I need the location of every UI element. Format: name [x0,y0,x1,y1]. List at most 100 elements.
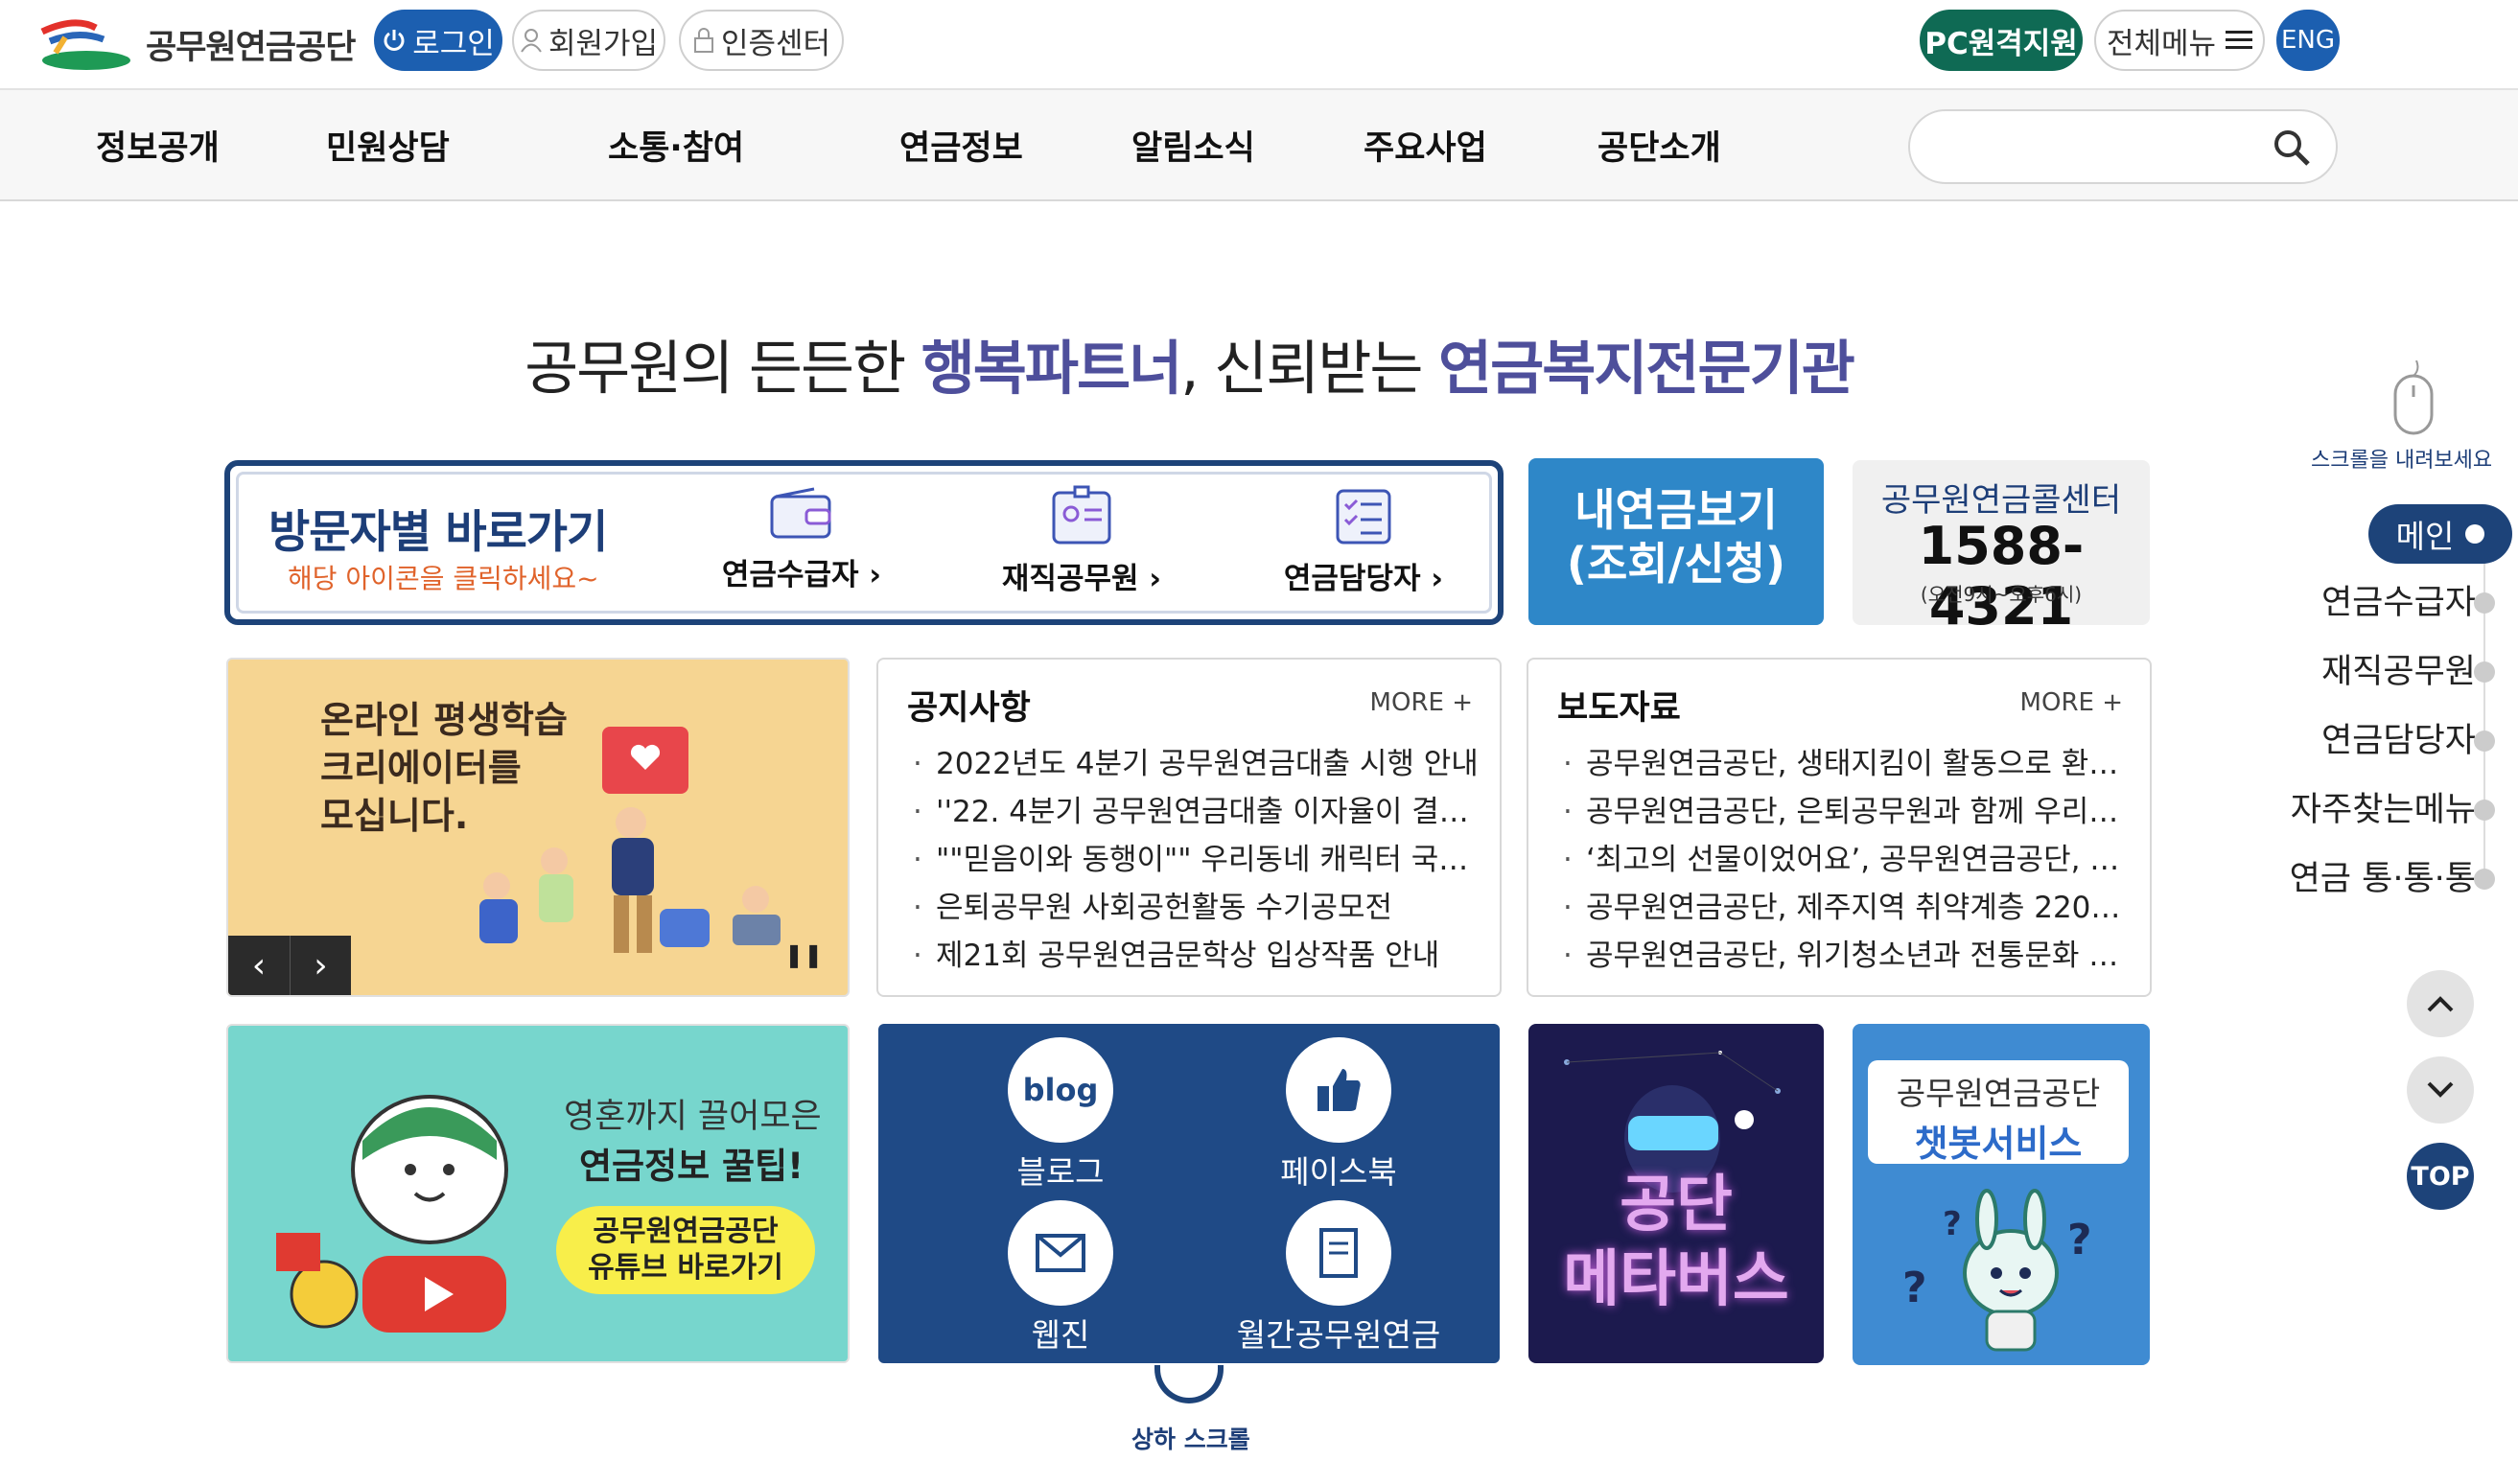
prev-slide-icon[interactable]: ‹ [228,936,290,995]
list-item[interactable]: ‘최고의 선물이었어요’, 공무원연금공단, 나눔 실천 [1563,836,2131,884]
side-rail-line [2483,537,2485,884]
side-nav-dot-icon [2474,592,2495,614]
slogan-part2: , 신뢰받는 [1180,335,1438,403]
slide-controls: ‹ › [228,936,351,995]
youtube-line1: 영혼까지 끌어모은 [564,1098,822,1136]
slogan: 공무원의 든든한 행복파트너, 신뢰받는 연금복지전문기관 [0,320,2378,406]
notice-title: 공지사항 [907,689,1031,728]
blog-icon: blog [1008,1037,1113,1143]
all-menu-button[interactable]: 전체메뉴 [2094,10,2265,71]
english-button[interactable]: ENG [2276,10,2340,71]
search-input[interactable] [1908,109,2338,184]
side-nav-manager[interactable]: 연금담당자 [2321,713,2476,762]
nav-item-pension-info[interactable]: 연금정보 [899,121,1023,170]
nav-item-business[interactable]: 주요사업 [1364,121,1487,170]
side-nav-main-label: 메인 [2395,518,2455,555]
cert-label: 인증센터 [720,26,831,61]
chevron-up-icon [2427,996,2454,1012]
login-button[interactable]: 로그인 [374,10,502,71]
slogan-highlight2: 연금복지전문기관 [1437,335,1855,403]
press-title: 보도자료 [1557,689,1681,728]
youtube-button-label: 공무원연금공단 유튜브 바로가기 [588,1215,783,1285]
active-dot-icon [2465,524,2485,544]
nav-item-community[interactable]: 소통·참여 [608,121,744,170]
chevron-down-icon [2427,1081,2454,1098]
slogan-part1: 공무원의 든든한 [525,335,921,403]
book-icon [1286,1200,1391,1306]
thumbs-up-icon [1286,1037,1391,1143]
hamburger-icon [2226,29,2253,52]
list-item[interactable]: 2022년도 4분기 공무원연금대출 시행 안내 [913,740,1480,788]
call-center-number: 1588-4321 [1918,516,2085,637]
site-logo[interactable]: 공무원연금공단 [36,6,362,82]
notice-more-link[interactable]: MORE + [1370,688,1473,717]
top-button[interactable]: TOP [2407,1143,2474,1210]
id-card-icon [1048,485,1115,550]
youtube-go-button[interactable]: 공무원연금공단 유튜브 바로가기 [556,1206,815,1294]
press-more-link[interactable]: MORE + [2020,688,2123,717]
side-nav-dot-icon [2474,869,2495,890]
blog-link[interactable]: blog 블로그 [965,1037,1156,1193]
monthly-magazine-link[interactable]: 월간공무원연금 [1204,1200,1473,1356]
chatbot-line2: 챗봇서비스 [1914,1123,2083,1165]
nav-item-about[interactable]: 공단소개 [1597,121,1721,170]
next-slide-icon[interactable]: › [290,936,351,995]
metaverse-banner[interactable]: 공단 메타버스 [1528,1024,1824,1363]
banner-illustration [479,727,781,953]
call-center-title: 공무원연금콜센터 [1880,481,2122,520]
visitor-link-pensioner[interactable]: 연금수급자 › [706,485,898,593]
visitor-link-employee[interactable]: 재직공무원 › [986,485,1177,597]
all-menu-label: 전체메뉴 [2106,26,2217,61]
call-center-hours: (오전9시~오후6시) [1920,583,2083,606]
facebook-link[interactable]: 페이스북 [1243,1037,1434,1193]
webzine-link[interactable]: 웹진 [965,1200,1156,1356]
cert-center-button[interactable]: 인증센터 [679,10,844,71]
side-nav-faq-menu[interactable]: 자주찾는메뉴 [2291,782,2476,831]
list-item[interactable]: 공무원연금공단, 위기청소년과 전통문화 체험 [1563,932,2131,980]
mouse-icon [2391,359,2436,441]
pause-icon[interactable]: ❚❚ [784,941,823,968]
nav-item-info[interactable]: 정보공개 [96,121,220,170]
scroll-label: 상하 스크롤 [1131,1426,1250,1453]
logo-text: 공무원연금공단 [146,28,356,67]
scroll-up-button[interactable] [2407,970,2474,1037]
svg-text:?: ? [1943,1205,1962,1243]
chatbot-line1: 공무원연금공단 [1896,1075,2101,1112]
search-icon[interactable] [2273,128,2311,171]
press-board: 보도자료 MORE + 공무원연금공단, 생태지킴이 활동으로 환경보호 앞장 … [1527,658,2152,997]
learning-creator-banner[interactable]: 온라인 평생학습 크리에이터를 모십니다. ‹ › [226,658,850,997]
side-nav-employee[interactable]: 재직공무원 [2321,644,2476,693]
side-nav-dot-icon [2474,661,2495,683]
list-item[interactable]: 공무원연금공단, 은퇴공무원과 함께 우리동네 지킴이 [1563,788,2131,836]
logo-icon [40,19,130,70]
side-nav-pensioner[interactable]: 연금수급자 [2321,575,2476,624]
list-item[interactable]: ''22. 4분기 공무원연금대출 이자율이 결정되었습니다 [913,788,1480,836]
scroll-knob-icon [1154,1365,1224,1403]
chatbot-banner[interactable]: 공무원연금공단 챗봇서비스 ? ? ? [1853,1024,2150,1365]
join-button[interactable]: 회원가입 [512,10,665,71]
visitor-subtitle: 해당 아이콘을 클릭하세요~ [288,563,599,594]
list-item[interactable]: ""믿음이와 동행이"" 우리동네 캐릭터 국민투표 [913,836,1480,884]
envelope-icon [1008,1200,1113,1306]
list-item[interactable]: 제21회 공무원연금문학상 입상작품 안내 [913,932,1480,980]
visitor-link-manager[interactable]: 연금담당자 › [1268,485,1459,597]
youtube-banner[interactable]: 영혼까지 끌어모은 연금정보 꿀팁! 공무원연금공단 유튜브 바로가기 [226,1024,850,1363]
pc-remote-button[interactable]: PC원격지원 [1920,10,2083,71]
visitor-shortcut-box: 방문자별 바로가기 해당 아이콘을 클릭하세요~ 연금수급자 › 재직공무원 ›… [224,460,1504,625]
side-nav-main[interactable]: 메인 [2368,504,2512,564]
nav-item-civil[interactable]: 민원상담 [326,121,450,170]
blog-label: 블로그 [1016,1153,1105,1191]
my-pension-line1: 내연금보기 [1574,484,1778,536]
top-bar: 공무원연금공단 로그인 회원가입 인증센터 PC원격지원 전체메뉴 ENG [0,0,2518,88]
my-pension-button[interactable]: 내연금보기 (조회/신청) [1528,458,1824,625]
list-item[interactable]: 공무원연금공단, 제주지역 취약계층 220가구 지원 [1563,884,2131,932]
nav-item-news[interactable]: 알림소식 [1131,121,1255,170]
list-item[interactable]: 공무원연금공단, 생태지킴이 활동으로 환경보호 앞장 [1563,740,2131,788]
scroll-down-button[interactable] [2407,1056,2474,1124]
press-list: 공무원연금공단, 생태지킴이 활동으로 환경보호 앞장 공무원연금공단, 은퇴공… [1563,740,2131,980]
list-item[interactable]: 은퇴공무원 사회공헌활동 수기공모전 [913,884,1480,932]
user-icon [520,28,543,53]
login-label: 로그인 [412,26,495,61]
wallet-icon [768,487,835,546]
side-nav-pension-tong[interactable]: 연금 통·통·통 [2290,851,2476,900]
